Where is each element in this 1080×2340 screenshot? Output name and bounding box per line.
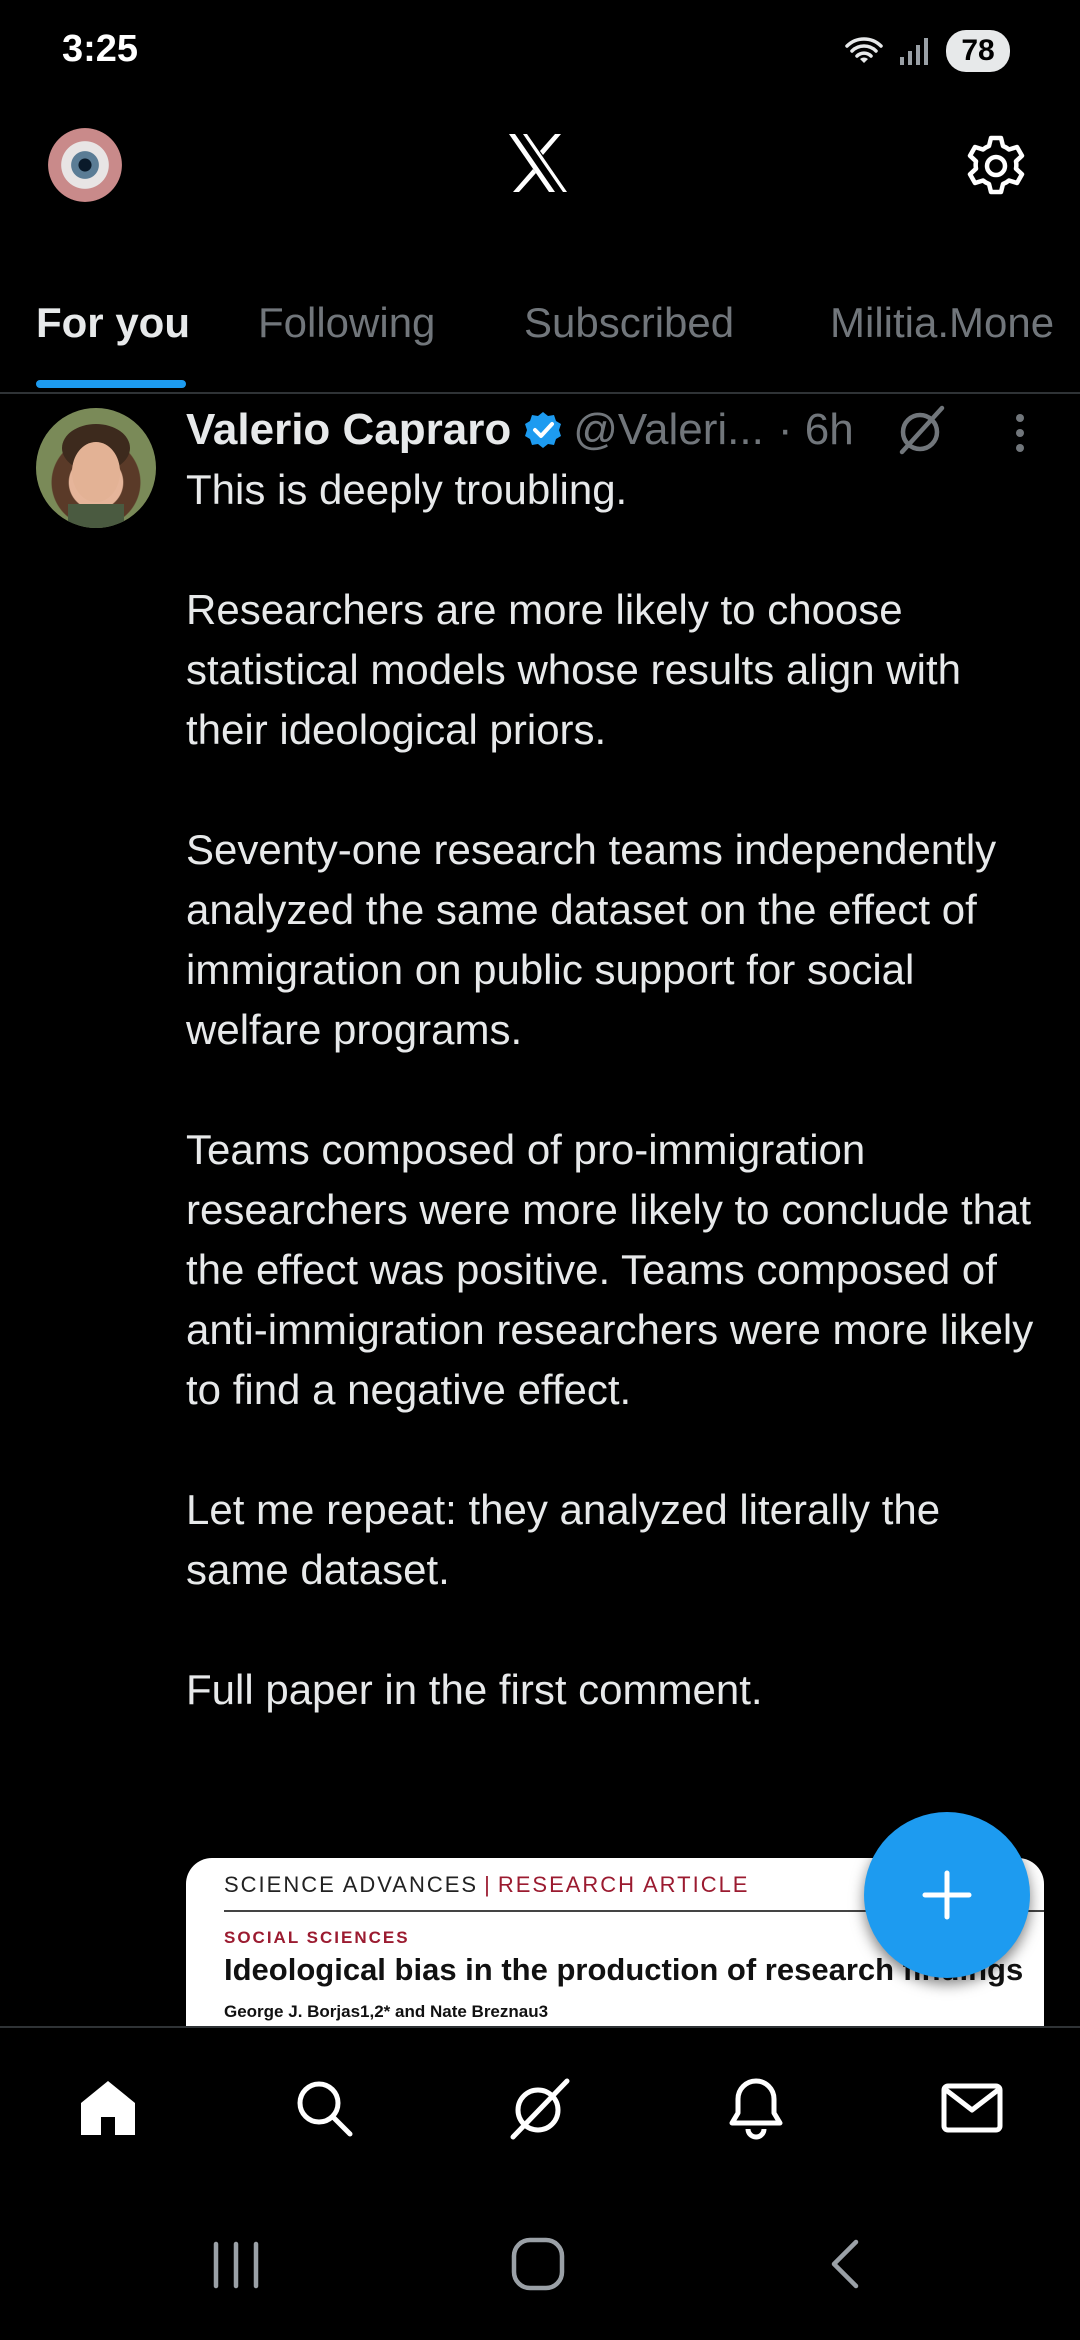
- verified-badge-icon: [525, 412, 562, 448]
- wifi-icon: [845, 37, 883, 63]
- timeline-tabs: For you Following Subscribed Militia.Mon…: [0, 290, 1080, 394]
- nav-messages[interactable]: [932, 2068, 1012, 2148]
- author-photo: [62, 424, 130, 528]
- search-icon: [297, 2081, 353, 2137]
- status-time: 3:25: [62, 28, 139, 70]
- journal-name: SCIENCE ADVANCES: [224, 1872, 479, 1897]
- grok-icon[interactable]: [894, 402, 950, 458]
- compose-button[interactable]: [864, 1812, 1030, 1978]
- author-avatar[interactable]: [36, 408, 156, 528]
- nav-search[interactable]: [284, 2068, 364, 2148]
- nav-notifications[interactable]: [716, 2068, 796, 2148]
- card-section: SOCIAL SCIENCES: [224, 1928, 410, 1947]
- signal-icon: [900, 38, 928, 65]
- tab-subscribed[interactable]: Subscribed: [524, 290, 734, 356]
- tab-following[interactable]: Following: [258, 290, 435, 356]
- home-circle-icon[interactable]: [508, 2236, 568, 2292]
- active-tab-indicator: [36, 380, 186, 388]
- article-type: RESEARCH ARTICLE: [497, 1872, 750, 1897]
- recents-icon[interactable]: [206, 2236, 266, 2292]
- tweet-paragraph: Let me repeat: they analyzed literally t…: [186, 1486, 941, 1593]
- author-handle[interactable]: @Valeri...: [573, 405, 764, 455]
- tweet-time: · 6h: [777, 405, 854, 454]
- bottom-nav: [0, 2028, 1080, 2196]
- journal-separator: |: [484, 1872, 492, 1897]
- tweet-paragraph: Teams composed of pro-immigration resear…: [186, 1126, 1034, 1413]
- tweet-paragraph: Full paper in the first comment.: [186, 1666, 763, 1713]
- battery-indicator: 78: [946, 30, 1010, 72]
- more-options-icon[interactable]: [1004, 410, 1036, 456]
- tab-militia-mone[interactable]: Militia.Mone: [830, 290, 1054, 356]
- card-authors: George J. Borjas1,2* and Nate Breznau3: [224, 2002, 549, 2021]
- tweet-header: Valerio Capraro @Valeri... · 6h: [186, 400, 854, 460]
- x-logo: [509, 134, 567, 192]
- home-icon: [81, 2081, 135, 2135]
- status-icons: 78: [844, 30, 1010, 72]
- bell-icon: [729, 2078, 783, 2140]
- tab-for-you[interactable]: For you: [36, 290, 190, 356]
- tweet-paragraph: Researchers are more likely to choose st…: [186, 586, 961, 753]
- nav-home[interactable]: [68, 2068, 148, 2148]
- tabs-divider: [0, 392, 1080, 394]
- tweet-paragraph: Seventy-one research teams independently…: [186, 826, 997, 1053]
- gear-icon[interactable]: [964, 134, 1028, 198]
- mail-icon: [941, 2083, 1003, 2133]
- profile-avatar[interactable]: [48, 128, 122, 202]
- back-icon[interactable]: [816, 2236, 876, 2292]
- author-name[interactable]: Valerio Capraro: [186, 405, 511, 455]
- grok-icon: [510, 2078, 570, 2140]
- card-journal-line: SCIENCE ADVANCES | RESEARCH ARTICLE: [224, 1872, 749, 1898]
- plus-icon: [922, 1870, 972, 1920]
- system-nav-bar: [0, 2196, 1080, 2340]
- nav-grok[interactable]: [500, 2068, 580, 2148]
- tweet-paragraph: This is deeply troubling.: [186, 466, 628, 513]
- tweet-text: This is deeply troubling. Researchers ar…: [186, 460, 1036, 1720]
